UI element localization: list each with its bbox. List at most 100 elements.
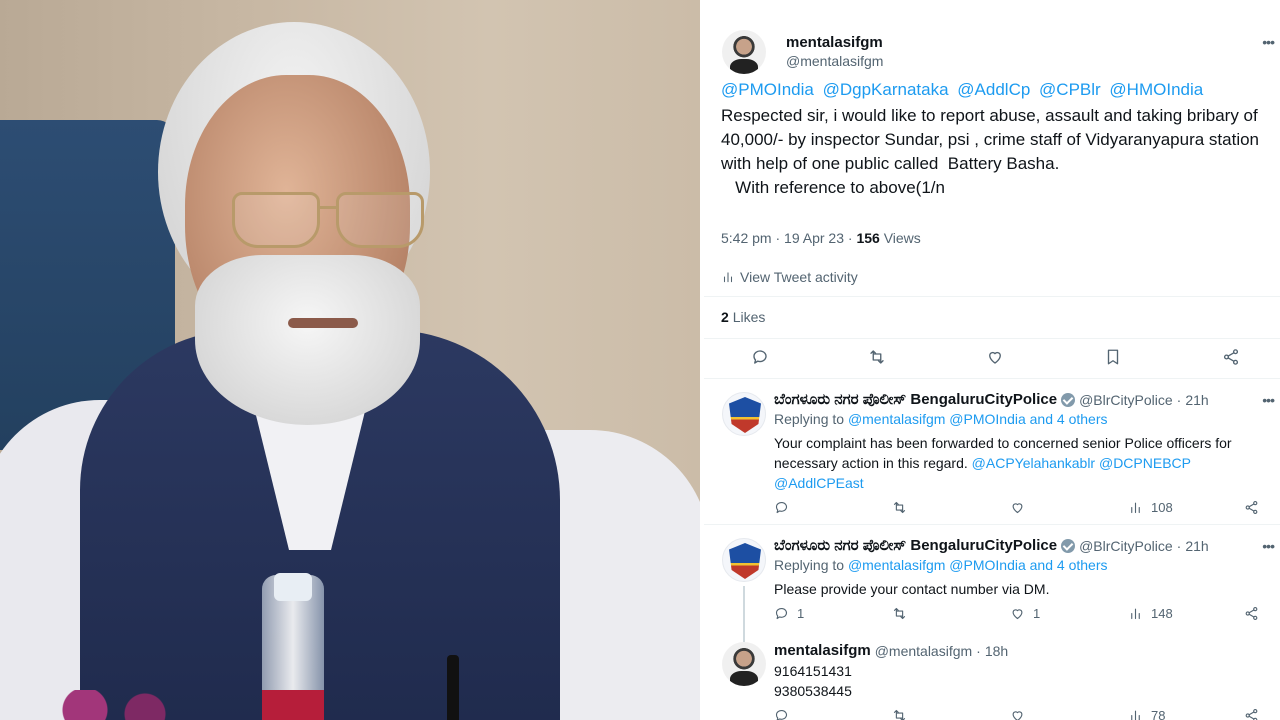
replying-targets[interactable]: @mentalasifgm @PMOIndia and 4 others (848, 557, 1108, 573)
more-icon[interactable]: ••• (1262, 34, 1275, 50)
mention-link[interactable]: @DgpKarnataka (823, 80, 949, 99)
reply-tweet[interactable]: ಬೆಂಗಳೂರು ನಗರ ಪೊಲೀಸ್ BengaluruCityPolice … (704, 526, 1280, 642)
tweet-actions (704, 340, 1280, 376)
share-button[interactable] (1222, 348, 1244, 370)
reply-icon (775, 607, 788, 620)
reply-tweet[interactable]: mentalasifgm @mentalasifgm · 18h 9164151… (704, 632, 1280, 720)
divider (704, 338, 1280, 339)
share-icon (1245, 501, 1258, 514)
share-icon (1223, 349, 1239, 365)
like-button[interactable] (1010, 500, 1025, 515)
divider (704, 296, 1280, 297)
mention-link[interactable]: @CPBlr (1039, 80, 1101, 99)
news-photo (0, 0, 700, 720)
mention-link[interactable]: @AddlCp (957, 80, 1030, 99)
pen (447, 655, 459, 720)
reply-icon (775, 501, 788, 514)
retweet-button[interactable] (892, 606, 907, 621)
display-name[interactable]: ಬೆಂಗಳೂರು ನಗರ ಪೊಲೀಸ್ BengaluruCityPolice (774, 537, 1057, 554)
user-handle[interactable]: @BlrCityPolice (1079, 538, 1173, 554)
divider (704, 378, 1280, 379)
reply-actions: 78 (774, 708, 1274, 720)
tweet-time[interactable]: 5:42 pm (721, 230, 772, 246)
views-count: 156 (856, 230, 880, 246)
reply-age[interactable]: 21h (1185, 538, 1208, 554)
reply-tweet[interactable]: ಬೆಂಗಳೂರು ನಗರ ಪೊಲೀಸ್ BengaluruCityPolice … (704, 380, 1280, 524)
avatar[interactable] (722, 30, 766, 74)
view-activity-link[interactable]: View Tweet activity (721, 269, 858, 285)
mention-link[interactable]: @HMOIndia (1109, 80, 1203, 99)
phone-number: 9380538445 (774, 683, 852, 699)
avatar[interactable] (722, 642, 766, 686)
retweet-icon (870, 350, 884, 364)
glasses (232, 192, 428, 252)
reply-age[interactable]: 18h (985, 643, 1008, 659)
more-icon[interactable]: ••• (1262, 392, 1275, 408)
bookmark-button[interactable] (1104, 348, 1126, 370)
like-button[interactable] (1010, 708, 1025, 720)
analytics-icon (1131, 608, 1140, 620)
verified-icon (1061, 538, 1076, 553)
views-button[interactable]: 108 (1128, 500, 1173, 515)
tweet-meta: 5:42 pm · 19 Apr 23 · 156 Views (721, 230, 921, 246)
share-button[interactable] (1244, 708, 1259, 720)
replying-to: Replying to @mentalasifgm @PMOIndia and … (774, 411, 1108, 427)
display-name[interactable]: ಬೆಂಗಳೂರು ನಗರ ಪೊಲೀಸ್ BengaluruCityPolice (774, 391, 1057, 408)
user-handle[interactable]: @mentalasifgm (786, 53, 883, 69)
heart-icon (1012, 503, 1023, 514)
tweet-date[interactable]: 19 Apr 23 (784, 230, 844, 246)
replying-targets[interactable]: @mentalasifgm @PMOIndia and 4 others (848, 411, 1108, 427)
retweet-button[interactable] (892, 500, 907, 515)
share-icon (1245, 607, 1258, 620)
display-name[interactable]: mentalasifgm (774, 642, 871, 659)
retweet-icon (893, 501, 906, 514)
tweet-panel: mentalasifgm @mentalasifgm ••• @PMOIndia… (704, 0, 1280, 720)
display-name[interactable]: mentalasifgm (786, 34, 883, 51)
reply-button[interactable] (774, 500, 789, 515)
like-count: 1 (1033, 606, 1041, 621)
like-button[interactable] (986, 348, 1008, 370)
user-handle[interactable]: @mentalasifgm (875, 643, 972, 659)
likes-label: Likes (732, 309, 766, 325)
retweet-icon (893, 607, 906, 620)
divider (704, 524, 1280, 525)
likes-count: 2 (721, 309, 729, 325)
share-button[interactable] (1244, 606, 1259, 621)
reply-header: mentalasifgm @mentalasifgm · 18h (774, 642, 1009, 659)
retweet-button[interactable] (868, 348, 890, 370)
user-handle[interactable]: @BlrCityPolice (1079, 392, 1173, 408)
heart-icon (1012, 609, 1023, 620)
more-icon[interactable]: ••• (1262, 538, 1275, 554)
analytics-icon (723, 272, 733, 283)
reply-button[interactable] (774, 708, 789, 720)
share-icon (1245, 709, 1258, 720)
reply-text: 9164151431 9380538445 (774, 661, 1264, 701)
bookmark-icon (1107, 349, 1119, 365)
like-button[interactable]: 1 (1010, 606, 1040, 621)
retweet-icon (893, 709, 906, 720)
reply-age[interactable]: 21h (1185, 392, 1208, 408)
analytics-icon (1131, 710, 1140, 720)
tweet-mentions: @PMOIndia @DgpKarnataka @AddlCp @CPBlr @… (721, 80, 1207, 100)
reply-actions: 1 1 148 (774, 606, 1274, 626)
reply-button[interactable]: 1 (774, 606, 804, 621)
retweet-button[interactable] (892, 708, 907, 720)
analytics-icon (1131, 502, 1140, 514)
mention-link[interactable]: @PMOIndia (721, 80, 814, 99)
views-button[interactable]: 148 (1128, 606, 1173, 621)
mouth (288, 318, 358, 328)
tweet-text: Respected sir, i would like to report ab… (721, 106, 1260, 197)
reply-text: Your complaint has been forwarded to con… (774, 435, 1232, 491)
views-button[interactable]: 78 (1128, 708, 1165, 720)
likes-summary[interactable]: 2 Likes (721, 309, 765, 325)
views-count: 148 (1151, 606, 1173, 621)
reply-header: ಬೆಂಗಳೂರು ನಗರ ಪೊಲೀಸ್ BengaluruCityPolice … (774, 537, 1209, 554)
police-avatar[interactable] (722, 392, 766, 436)
reply-count: 1 (797, 606, 805, 621)
reply-button[interactable] (751, 348, 773, 370)
share-button[interactable] (1244, 500, 1259, 515)
reply-text: Please provide your contact number via D… (774, 581, 1050, 597)
police-avatar[interactable] (722, 538, 766, 582)
views-label: Views (883, 230, 921, 246)
beard (195, 255, 420, 425)
